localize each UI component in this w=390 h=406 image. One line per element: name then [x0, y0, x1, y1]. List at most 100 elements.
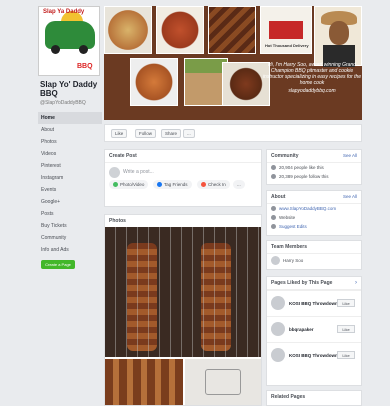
liked-page-row[interactable]: KOSI BBQ Throwdown... Like	[267, 290, 361, 316]
website-link-text: www.SlapYoDaddyBBQ.com	[279, 206, 337, 211]
community-card: Community See All 20,904 people like thi…	[266, 149, 362, 185]
nav-item-about[interactable]: About	[38, 124, 102, 136]
cover-caption-text: Hi, I'm Harry Soo, award winning Grand C…	[262, 62, 362, 86]
thumbs-up-icon	[271, 165, 276, 170]
more-post-options[interactable]: ...	[233, 180, 245, 189]
avatar	[109, 167, 120, 178]
likes-count: 20,904 people like this	[267, 163, 361, 172]
avatar	[271, 296, 285, 310]
like-button[interactable]: Like	[337, 299, 355, 307]
photos-title: Photos	[109, 218, 126, 224]
grill-grate	[105, 227, 261, 357]
related-pages-card: Related Pages	[266, 390, 362, 406]
cover-caption: Hi, I'm Harry Soo, award winning Grand C…	[262, 62, 362, 102]
website-label: Website	[279, 215, 296, 220]
more-actions-button[interactable]: ...	[183, 129, 195, 138]
page-nav: Home About Photos Videos Pinterest Instagram E…	[38, 112, 102, 256]
nav-item-community[interactable]: Community	[38, 232, 102, 244]
follows-count: 20,389 people follow this	[267, 172, 361, 181]
nav-item-videos[interactable]: Videos	[38, 148, 102, 160]
food-photo-shrimp	[130, 58, 178, 106]
community-see-all[interactable]: See All	[343, 153, 357, 158]
avatar	[271, 256, 280, 265]
avatar	[271, 322, 285, 336]
pitmaster-photo	[314, 6, 362, 67]
nav-item-google-[interactable]: Google+	[38, 196, 102, 208]
page-actions-bar: Like Follow Share ...	[104, 124, 362, 142]
nav-item-events[interactable]: Events	[38, 184, 102, 196]
team-member[interactable]: Harry Soo	[267, 254, 361, 268]
liked-page-row[interactable]: KOSI BBQ Throwdown... Like	[267, 342, 361, 368]
link-icon	[271, 215, 276, 220]
nav-item-photos[interactable]: Photos	[38, 136, 102, 148]
check-in-label: Check In	[208, 182, 226, 187]
like-button[interactable]: Like	[337, 325, 355, 333]
page-title[interactable]: Slap Yo' Daddy BBQ	[38, 80, 102, 98]
ribs-photo[interactable]	[105, 227, 261, 357]
liked-page-row[interactable]: bbqrapaker Like	[267, 316, 361, 342]
food-thumb-2[interactable]	[185, 359, 261, 405]
team-member-name: Harry Soo	[283, 258, 304, 263]
follow-page-button[interactable]: Follow	[135, 129, 157, 138]
sign-text: Hot Thousand Delivery	[265, 43, 309, 48]
like-button[interactable]: Like	[337, 351, 355, 359]
about-website-link[interactable]: www.SlapYoDaddyBBQ.com	[267, 204, 361, 213]
photo-video-button[interactable]: Photo/Video	[109, 180, 149, 189]
chevron-right-icon[interactable]: ›	[355, 280, 357, 286]
nav-item-posts[interactable]: Posts	[38, 208, 102, 220]
about-website-label: Website	[267, 213, 361, 222]
pages-liked-card: Pages Liked by This Page › KOSI BBQ Thro…	[266, 276, 362, 386]
follow-icon	[271, 174, 276, 179]
photos-card: Photos	[104, 214, 262, 406]
liked-page-name: KOSI BBQ Throwdown...	[289, 353, 342, 358]
nav-item-home[interactable]: Home	[38, 112, 102, 124]
cover-url: slapyodaddybbq.com	[288, 88, 336, 94]
check-in-button[interactable]: Check In	[197, 180, 230, 189]
liked-page-name: KOSI BBQ Throwdown...	[289, 301, 342, 306]
suggest-edits-text: Suggest Edits	[279, 224, 307, 229]
nav-item-instagram[interactable]: Instagram	[38, 172, 102, 184]
share-page-button[interactable]: Share	[161, 129, 182, 138]
team-card: Team Members Harry Soo	[266, 240, 362, 270]
page-profile-picture[interactable]: Slap Ya Daddy BBQ	[38, 6, 100, 76]
globe-icon	[271, 206, 276, 211]
food-thumb-1[interactable]	[105, 359, 183, 405]
page-handle[interactable]: @SlapYoDaddyBBQ	[40, 100, 102, 106]
pages-liked-title: Pages Liked by This Page	[267, 277, 361, 290]
nav-item-info-and-ads[interactable]: Info and Ads	[38, 244, 102, 256]
liked-page-name: bbqrapaker	[289, 327, 314, 332]
pages-liked-list: KOSI BBQ Throwdown... Like bbqrapaker Like K…	[267, 290, 361, 368]
photo-icon	[113, 182, 118, 188]
post-placeholder: Write a post...	[123, 169, 154, 175]
create-post-card: Create Post Write a post... Photo/Video …	[104, 149, 262, 207]
team-title: Team Members	[267, 241, 361, 254]
left-column: Slap Ya Daddy BBQ Slap Yo' Daddy BBQ @Sl…	[38, 6, 102, 269]
likes-text: 20,904 people like this	[279, 165, 324, 170]
avatar	[271, 348, 285, 362]
create-post-title: Create Post	[105, 150, 261, 163]
logo-bbq-text: BBQ	[77, 63, 93, 70]
pencil-icon	[271, 224, 276, 229]
location-icon	[201, 182, 206, 188]
photo-video-label: Photo/Video	[120, 182, 145, 187]
nav-item-pinterest[interactable]: Pinterest	[38, 160, 102, 172]
suggest-edits[interactable]: Suggest Edits	[267, 222, 361, 231]
follows-text: 20,389 people follow this	[279, 174, 329, 179]
logo-wheel	[79, 45, 88, 54]
logo-text: Slap Ya Daddy	[43, 9, 85, 15]
about-card: About See All www.SlapYoDaddyBBQ.com Web…	[266, 190, 362, 236]
like-page-button[interactable]: Like	[111, 129, 128, 138]
create-page-button[interactable]: Create a Page	[41, 260, 75, 269]
tag-friends-button[interactable]: Tag Friends	[153, 180, 192, 189]
food-photo-bowl	[104, 6, 152, 54]
food-photo-sign: Hot Thousand Delivery	[260, 6, 312, 54]
tag-friends-label: Tag Friends	[164, 182, 188, 187]
tag-icon	[157, 182, 162, 188]
food-photo-ribs	[208, 6, 256, 54]
related-pages-title: Related Pages	[271, 394, 306, 400]
facebook-page: Slap Ya Daddy BBQ Slap Yo' Daddy BBQ @Sl…	[0, 0, 390, 406]
logo-wheel	[51, 45, 60, 54]
about-see-all[interactable]: See All	[343, 194, 357, 199]
nav-item-buy-tickets[interactable]: Buy Tickets	[38, 220, 102, 232]
food-photo-wings	[156, 6, 204, 54]
